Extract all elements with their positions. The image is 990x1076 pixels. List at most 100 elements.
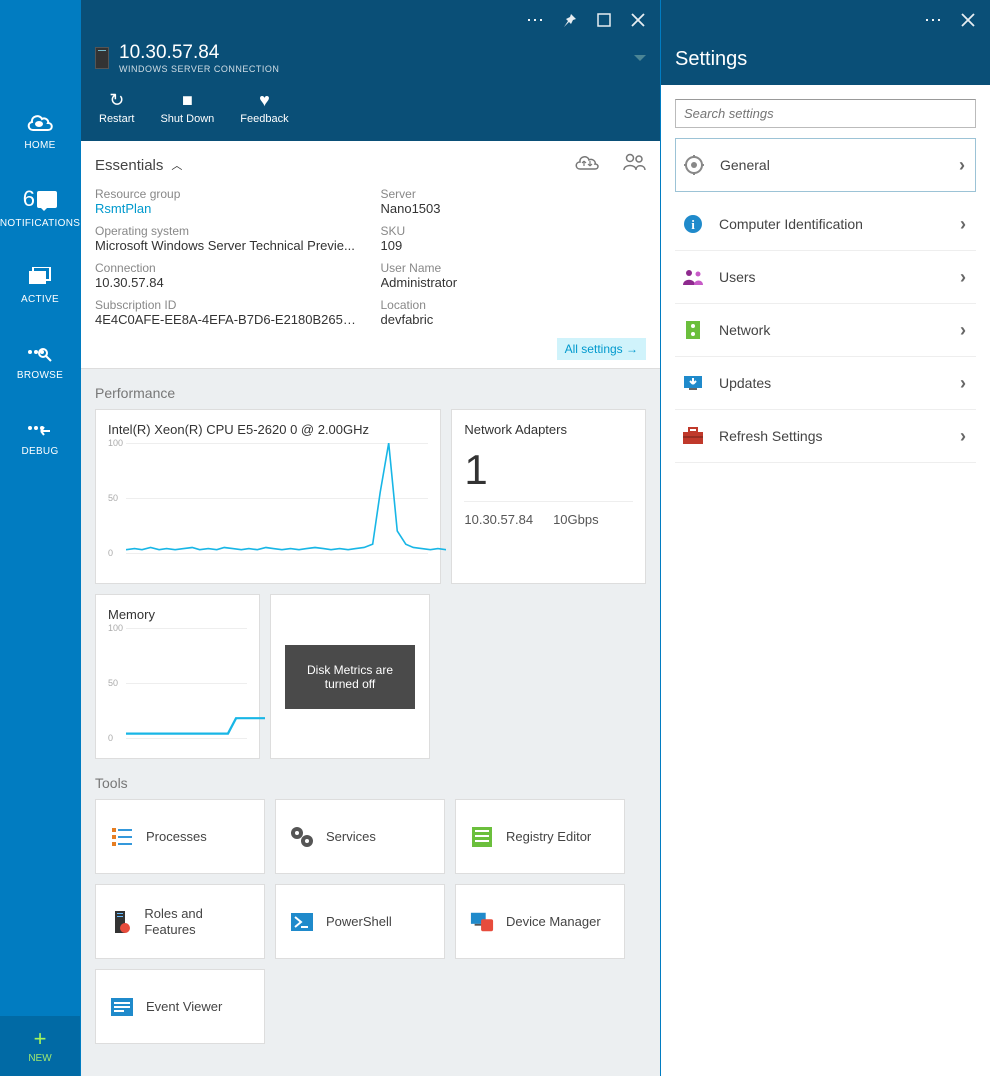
tool-registry-label: Registry Editor [506, 829, 591, 845]
cpu-title: Intel(R) Xeon(R) CPU E5-2620 0 @ 2.00GHz [108, 422, 428, 437]
cpu-tile[interactable]: Intel(R) Xeon(R) CPU E5-2620 0 @ 2.00GHz… [95, 409, 441, 584]
network-count: 1 [464, 443, 633, 501]
info-icon: i [681, 212, 705, 236]
nav-notifications[interactable]: 6 NOTIFICATIONS [0, 186, 80, 229]
blade-titlebar: 10.30.57.84 WINDOWS SERVER CONNECTION ↻ … [81, 40, 660, 141]
tool-registry[interactable]: Registry Editor [455, 799, 625, 874]
tool-powershell-label: PowerShell [326, 914, 392, 930]
toolbox-icon [681, 424, 705, 448]
performance-header: Performance [81, 369, 660, 409]
network-ip: 10.30.57.84 [464, 512, 533, 527]
cloud-icon [26, 110, 54, 134]
processes-icon [110, 825, 134, 849]
chevron-right-icon: › [960, 320, 966, 341]
nav-debug-label: DEBUG [21, 446, 58, 457]
network-speed: 10Gbps [553, 512, 599, 527]
collapse-icon[interactable]: ︿ [171, 157, 182, 173]
connection-value: 10.30.57.84 [95, 275, 361, 290]
nav-home[interactable]: HOME [24, 110, 55, 151]
sku-value: 109 [381, 238, 647, 253]
sku-label: SKU [381, 224, 647, 238]
server-value: Nano1503 [381, 201, 647, 216]
settings-item-updates[interactable]: Updates › [675, 357, 976, 410]
settings-item-network[interactable]: Network › [675, 304, 976, 357]
stop-icon: ■ [182, 90, 193, 108]
subscription-id-label: Subscription ID [95, 298, 361, 312]
memory-chart: 100 50 0 [108, 628, 247, 738]
disk-tile[interactable]: Disk Metrics are turned off [270, 594, 430, 759]
eventviewer-icon [110, 995, 134, 1019]
tool-devicemgr-label: Device Manager [506, 914, 601, 930]
tool-services[interactable]: Services [275, 799, 445, 874]
services-icon [290, 825, 314, 849]
settings-network-label: Network [719, 322, 946, 338]
settings-titlebar: Settings [661, 40, 990, 85]
all-settings-link[interactable]: All settings → [557, 338, 646, 360]
server-icon [95, 47, 109, 69]
close-icon[interactable] [628, 10, 648, 30]
chevron-right-icon: › [960, 426, 966, 447]
svg-text:i: i [691, 217, 695, 232]
powershell-icon [290, 910, 314, 934]
chevron-right-icon: › [960, 373, 966, 394]
settings-item-general[interactable]: General › [675, 138, 976, 192]
devicemgr-icon [470, 910, 494, 934]
more-icon[interactable]: ⋯ [924, 10, 944, 31]
users-icon[interactable] [622, 153, 646, 177]
settings-item-users[interactable]: Users › [675, 251, 976, 304]
memory-title: Memory [108, 607, 247, 622]
os-label: Operating system [95, 224, 361, 238]
settings-refresh-label: Refresh Settings [719, 428, 946, 444]
nav-browse[interactable]: BROWSE [17, 340, 63, 381]
heart-icon: ♥ [259, 90, 270, 108]
browse-icon [28, 340, 52, 364]
network-tile[interactable]: Network Adapters 1 10.30.57.84 10Gbps [451, 409, 646, 584]
restart-button[interactable]: ↻ Restart [99, 90, 134, 125]
nav-debug[interactable]: DEBUG [21, 416, 58, 457]
feedback-button[interactable]: ♥ Feedback [240, 90, 288, 125]
restart-icon: ↻ [109, 90, 124, 108]
more-icon[interactable]: ⋯ [526, 10, 546, 31]
gear-icon [682, 153, 706, 177]
settings-item-computer-id[interactable]: i Computer Identification › [675, 198, 976, 251]
nav-home-label: HOME [24, 140, 55, 151]
nav-new[interactable]: + NEW [0, 1016, 80, 1076]
os-value: Microsoft Windows Server Technical Previ… [95, 238, 361, 253]
resource-group-link[interactable]: RsmtPlan [95, 201, 361, 216]
tool-powershell[interactable]: PowerShell [275, 884, 445, 959]
memory-tile[interactable]: Memory 100 50 0 [95, 594, 260, 759]
plus-icon: + [34, 1028, 47, 1050]
tools-header: Tools [81, 759, 660, 799]
settings-updates-label: Updates [719, 375, 946, 391]
nav-new-label: NEW [28, 1053, 51, 1064]
settings-users-label: Users [719, 269, 946, 285]
notification-count: 6 [23, 186, 36, 212]
essentials-panel: Essentials ︿ Resource groupRsmtPlan [81, 141, 660, 369]
registry-icon [470, 825, 494, 849]
settings-item-refresh[interactable]: Refresh Settings › [675, 410, 976, 463]
cloud-sync-icon[interactable] [574, 153, 600, 177]
subscription-id-value: 4E4C0AFE-EE8A-4EFA-B7D6-E2180B265F2F [95, 312, 361, 327]
tool-devicemgr[interactable]: Device Manager [455, 884, 625, 959]
essentials-header: Essentials [95, 157, 163, 174]
maximize-icon[interactable] [594, 10, 614, 30]
server-blade: ⋯ 10.30.57.84 WINDOWS SERVER CONNECTION [80, 0, 660, 1076]
server-label: Server [381, 187, 647, 201]
tool-processes[interactable]: Processes [95, 799, 265, 874]
tool-eventviewer[interactable]: Event Viewer [95, 969, 265, 1044]
tool-eventviewer-label: Event Viewer [146, 999, 222, 1015]
chevron-right-icon: › [960, 267, 966, 288]
pin-icon[interactable] [560, 10, 580, 30]
notification-bubble-icon [37, 191, 57, 208]
tool-roles[interactable]: Roles and Features [95, 884, 265, 959]
blade-header: ⋯ [81, 0, 660, 40]
settings-general-label: General [720, 157, 945, 173]
shutdown-button[interactable]: ■ Shut Down [160, 90, 214, 125]
nav-browse-label: BROWSE [17, 370, 63, 381]
close-icon[interactable] [958, 10, 978, 30]
chevron-down-icon[interactable] [634, 55, 646, 61]
nav-active[interactable]: ACTIVE [21, 264, 59, 305]
location-value: devfabric [381, 312, 647, 327]
settings-search-input[interactable] [675, 99, 976, 128]
disk-message: Disk Metrics are turned off [285, 645, 415, 709]
